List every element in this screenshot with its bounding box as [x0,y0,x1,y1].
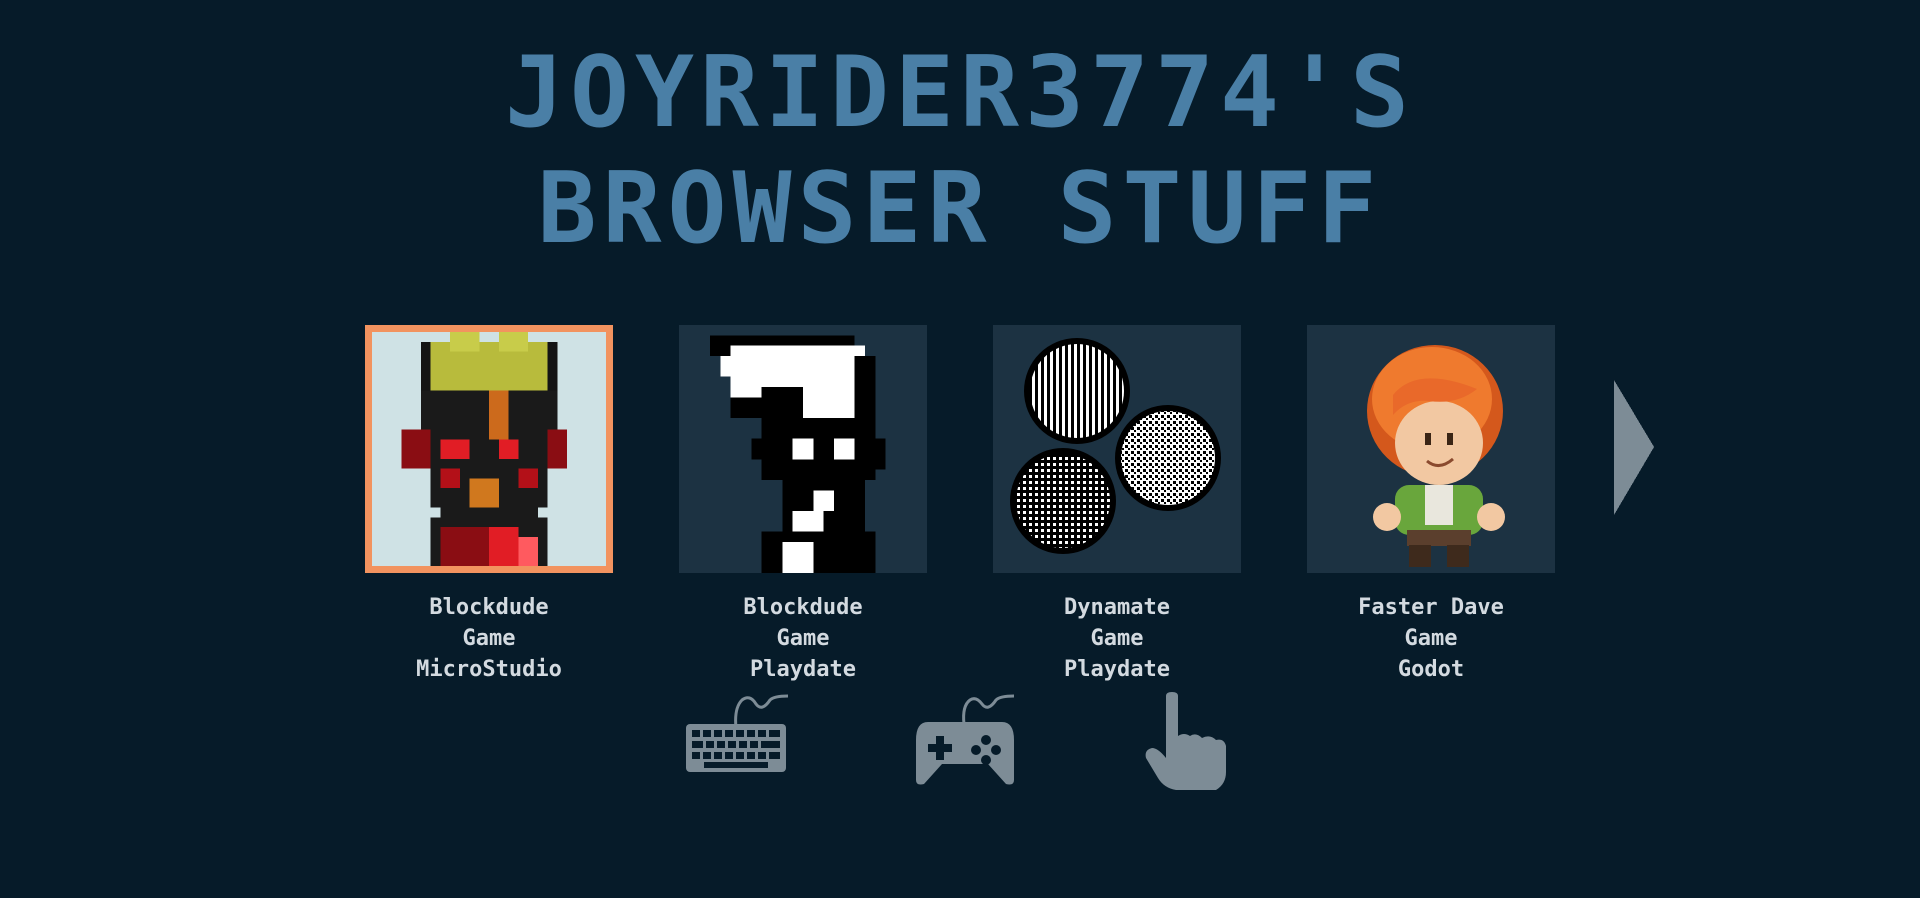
game-card-dynamate-playdate[interactable] [993,325,1241,573]
dynamate-bombs-thumbnail [1010,338,1221,554]
game-platform: Playdate [750,657,856,682]
game-platform: Playdate [1064,657,1170,682]
keyboard-icon [686,694,788,772]
site-title-line-1: JOYRIDER3774'S [0,44,1920,142]
game-type: Game [1090,626,1144,651]
game-caption-3: Dynamate Game Playdate [993,592,1241,685]
blockdude-color-thumbnail [372,332,606,566]
game-name: Faster Dave [1358,595,1504,620]
blockdude-monochrome-thumbnail [710,335,886,573]
game-name: Dynamate [1064,595,1170,620]
pointer-hand-icon [1145,692,1226,790]
game-caption-1: Blockdude Game MicroStudio [365,592,613,685]
game-caption-2: Blockdude Game Playdate [679,592,927,685]
gamepad-icon [916,694,1015,785]
game-type: Game [776,626,830,651]
game-caption-4: Faster Dave Game Godot [1307,592,1555,685]
game-platform: MicroStudio [416,657,562,682]
game-card-blockdude-microstudio[interactable] [365,325,613,573]
game-type: Game [462,626,516,651]
faster-dave-character-thumbnail [1367,345,1505,567]
next-page-arrow-icon[interactable] [1614,380,1654,515]
site-title-line-2: BROWSER STUFF [0,160,1920,258]
game-card-blockdude-playdate[interactable] [679,325,927,573]
game-name: Blockdude [429,595,549,620]
game-type: Game [1404,626,1458,651]
game-name: Blockdude [743,595,863,620]
game-platform: Godot [1397,657,1465,682]
game-card-faster-dave-godot[interactable] [1307,325,1555,573]
